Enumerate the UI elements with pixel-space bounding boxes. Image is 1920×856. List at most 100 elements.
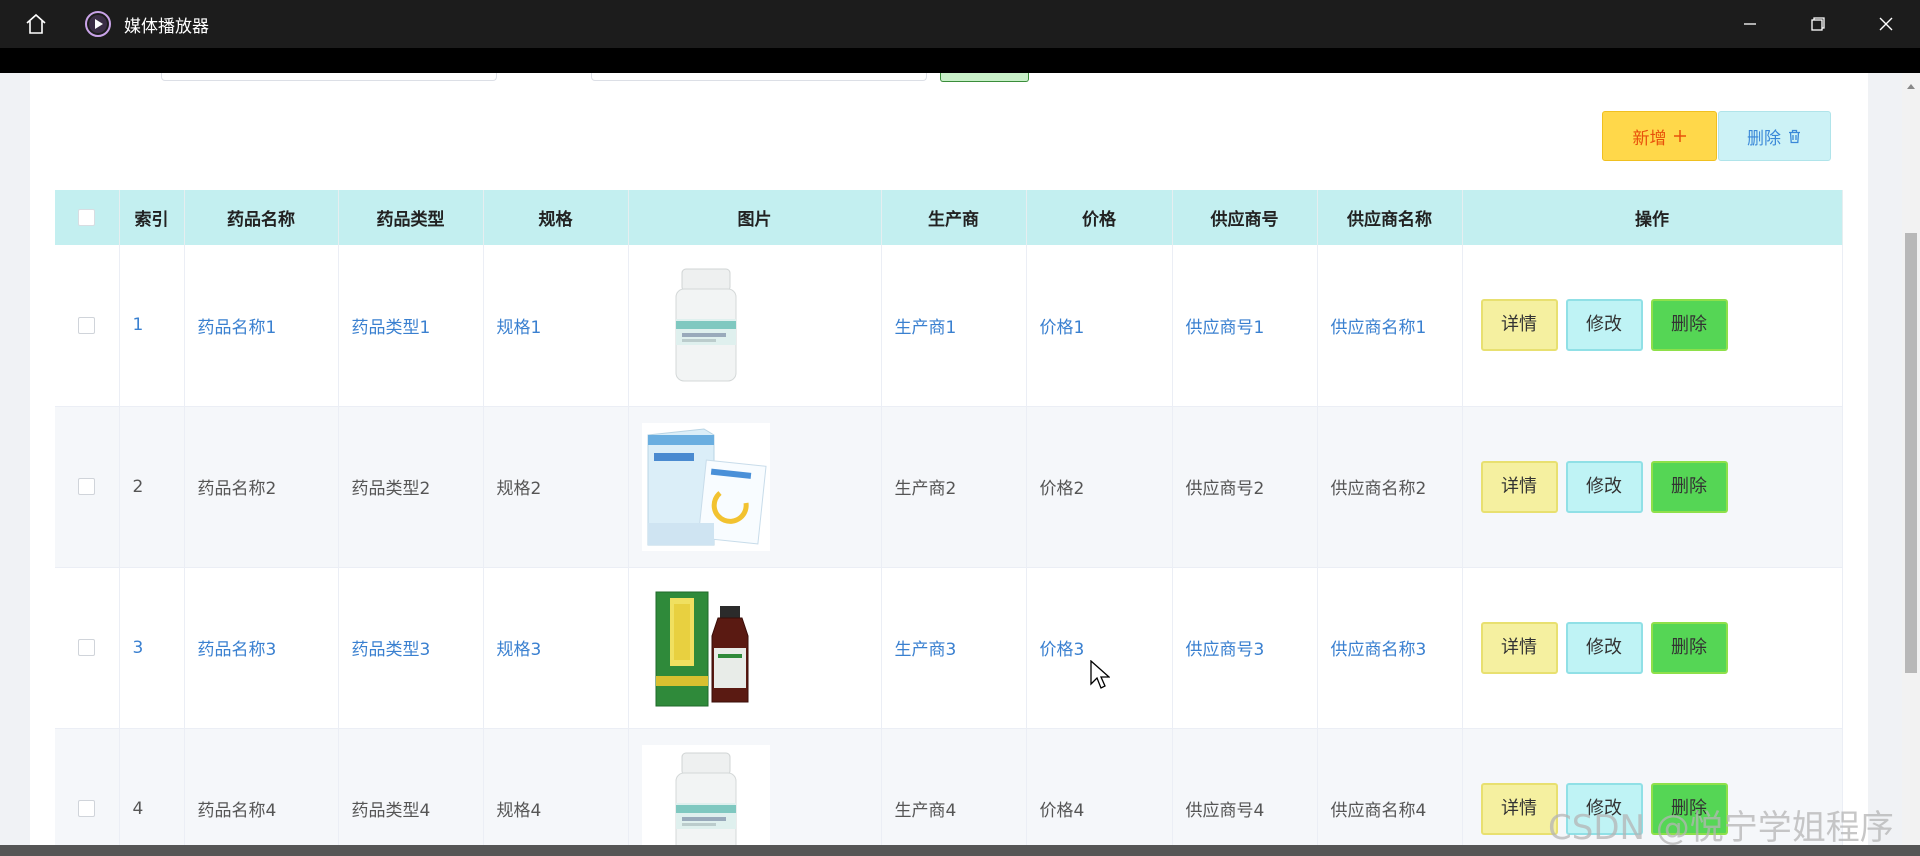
play-circle-icon — [84, 10, 112, 38]
watermark: CSDN @悦宁学姐程序 — [1548, 808, 1894, 848]
row-checkbox-cell — [55, 728, 120, 845]
cell-supplier-no: 供应商号4 — [1172, 728, 1318, 845]
scrollbar-thumb[interactable] — [1905, 233, 1917, 673]
cell-price: 价格2 — [1026, 406, 1173, 568]
header-spec: 规格 — [483, 190, 629, 245]
edit-button[interactable]: 修改 — [1565, 299, 1643, 352]
cell-spec: 规格2 — [483, 406, 629, 568]
cell-index: 1 — [119, 245, 185, 407]
edit-button[interactable]: 修改 — [1565, 621, 1643, 674]
cell-price: 价格4 — [1026, 728, 1173, 845]
medicine-table: 索引 药品名称 药品类型 规格 图片 生产商 价格 供应商号 供应商名称 操作 … — [55, 190, 1843, 845]
cell-actions: 详情 修改 删除 — [1462, 245, 1843, 407]
cell-index: 3 — [119, 567, 185, 729]
delete-button[interactable]: 删除 — [1650, 299, 1728, 352]
search-input-type[interactable] — [591, 73, 927, 81]
restore-icon — [1811, 17, 1825, 31]
window-controls — [1716, 0, 1920, 48]
cell-name: 药品名称4 — [184, 728, 339, 845]
detail-button[interactable]: 详情 — [1480, 782, 1558, 835]
window-divider — [0, 48, 1920, 73]
header-image: 图片 — [628, 190, 882, 245]
syrup-image — [641, 583, 770, 712]
medicine-box-image — [641, 422, 770, 551]
search-button[interactable] — [940, 73, 1029, 82]
cell-maker: 生产商3 — [881, 567, 1027, 729]
cell-price: 价格1 — [1026, 245, 1173, 407]
detail-button[interactable]: 详情 — [1480, 621, 1558, 674]
detail-button[interactable]: 详情 — [1480, 460, 1558, 513]
edit-button[interactable]: 修改 — [1565, 460, 1643, 513]
header-name: 药品名称 — [184, 190, 339, 245]
cell-name: 药品名称3 — [184, 567, 339, 729]
cell-maker: 生产商2 — [881, 406, 1027, 568]
window-title: 媒体播放器 — [124, 16, 209, 37]
batch-delete-button[interactable]: 删除 — [1718, 111, 1831, 161]
table-header-row: 索引 药品名称 药品类型 规格 图片 生产商 价格 供应商号 供应商名称 操作 — [55, 190, 1843, 245]
home-icon — [26, 13, 46, 34]
row-checkbox-cell — [55, 406, 120, 568]
cell-supplier-name: 供应商名称3 — [1317, 567, 1463, 729]
cell-spec: 规格1 — [483, 245, 629, 407]
cell-supplier-no: 供应商号3 — [1172, 567, 1318, 729]
table-row: 1 药品名称1 药品类型1 规格1 生产商1 价格1 供应商号1 供应商名称1 … — [55, 245, 1843, 407]
table-row: 2 药品名称2 药品类型2 规格2 生产商2 价格2 供应商号2 供应商名称2 … — [55, 406, 1843, 568]
cell-type: 药品类型4 — [338, 728, 484, 845]
close-icon — [1879, 17, 1893, 31]
header-maker: 生产商 — [881, 190, 1027, 245]
cell-spec: 规格3 — [483, 567, 629, 729]
row-checkbox-cell — [55, 245, 120, 407]
header-supplier-name: 供应商名称 — [1317, 190, 1463, 245]
cell-name: 药品名称2 — [184, 406, 339, 568]
cell-supplier-name: 供应商名称4 — [1317, 728, 1463, 845]
row-checkbox[interactable] — [78, 316, 96, 334]
cell-spec: 规格4 — [483, 728, 629, 845]
cell-maker: 生产商4 — [881, 728, 1027, 845]
cell-image — [628, 567, 882, 729]
cell-supplier-name: 供应商名称1 — [1317, 245, 1463, 407]
close-button[interactable] — [1852, 0, 1920, 48]
header-index: 索引 — [119, 190, 185, 245]
cell-supplier-no: 供应商号1 — [1172, 245, 1318, 407]
cell-supplier-name: 供应商名称2 — [1317, 406, 1463, 568]
cell-type: 药品类型3 — [338, 567, 484, 729]
cell-actions: 详情 修改 删除 — [1462, 406, 1843, 568]
window-titlebar: 媒体播放器 — [0, 0, 1920, 48]
cell-type: 药品类型1 — [338, 245, 484, 407]
select-all-checkbox[interactable] — [78, 209, 96, 226]
header-select-all[interactable] — [55, 190, 120, 245]
restore-button[interactable] — [1784, 0, 1852, 48]
plus-icon — [1673, 130, 1686, 142]
cell-actions: 详情 修改 删除 — [1462, 567, 1843, 729]
delete-button[interactable]: 删除 — [1650, 621, 1728, 674]
minimize-button[interactable] — [1716, 0, 1784, 48]
mouse-cursor-icon — [1090, 660, 1110, 689]
cell-image — [628, 245, 882, 407]
table-row: 3 药品名称3 药品类型3 规格3 生产商3 价格3 供应商号3 供应商名称3 … — [55, 567, 1843, 729]
row-checkbox[interactable] — [78, 639, 96, 656]
minimize-icon — [1744, 23, 1756, 25]
row-checkbox-cell — [55, 567, 120, 729]
header-supplier-no: 供应商号 — [1172, 190, 1318, 245]
scroll-up-icon[interactable] — [1905, 81, 1917, 93]
search-input-name[interactable] — [161, 73, 497, 81]
cell-supplier-no: 供应商号2 — [1172, 406, 1318, 568]
vertical-scrollbar[interactable] — [1902, 73, 1920, 845]
row-checkbox[interactable] — [78, 800, 96, 817]
row-checkbox[interactable] — [78, 478, 96, 495]
cell-index: 4 — [119, 728, 185, 845]
header-price: 价格 — [1026, 190, 1173, 245]
cell-image — [628, 728, 882, 845]
add-button[interactable]: 新增 — [1602, 111, 1717, 161]
header-actions: 操作 — [1462, 190, 1843, 245]
trash-icon — [1789, 129, 1800, 143]
main-content: 新增 删除 索引 药品名称 药品类型 规格 图片 生产商 价格 供应商号 供应商… — [30, 73, 1868, 845]
delete-button[interactable]: 删除 — [1650, 460, 1728, 513]
cell-maker: 生产商1 — [881, 245, 1027, 407]
header-type: 药品类型 — [338, 190, 484, 245]
cell-type: 药品类型2 — [338, 406, 484, 568]
cell-index: 2 — [119, 406, 185, 568]
batch-delete-label: 删除 — [1747, 128, 1781, 149]
home-button[interactable] — [12, 0, 60, 48]
detail-button[interactable]: 详情 — [1480, 299, 1558, 352]
